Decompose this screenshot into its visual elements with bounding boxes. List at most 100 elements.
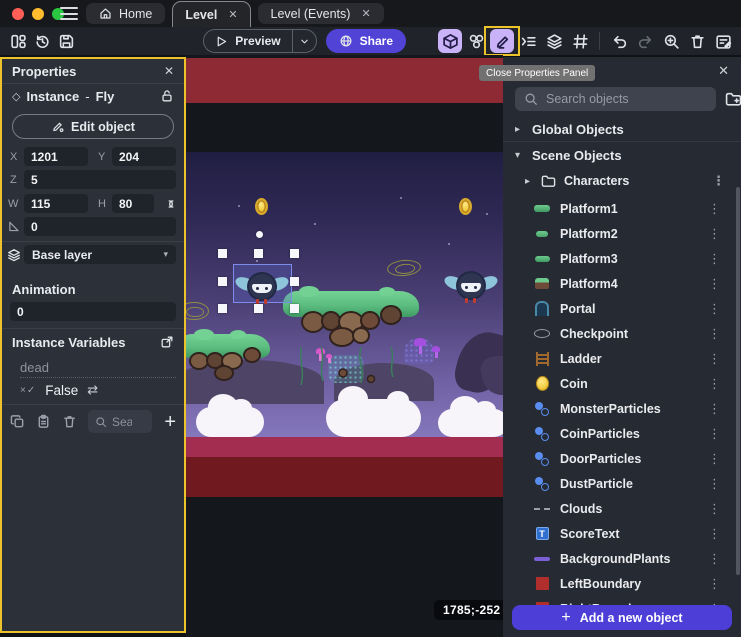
kebab-menu-icon[interactable]: ⋮ xyxy=(702,351,727,367)
redo-button[interactable] xyxy=(633,29,657,53)
objects-search-box[interactable] xyxy=(515,87,716,111)
object-row-platform1[interactable]: Platform1⋮ xyxy=(503,196,737,221)
add-folder-icon[interactable] xyxy=(725,91,741,108)
close-window-button[interactable] xyxy=(12,8,24,20)
kebab-menu-icon[interactable]: ⋮ xyxy=(702,301,727,317)
kebab-menu-icon[interactable]: ⋮ xyxy=(702,201,727,217)
kebab-menu-icon[interactable]: ⋮ xyxy=(702,501,727,517)
kebab-menu-icon[interactable]: ⋮ xyxy=(702,401,727,417)
folder-characters[interactable]: ▸ Characters ⋮ xyxy=(503,168,741,194)
edit-scene-properties-button[interactable] xyxy=(711,29,735,53)
trash-icon[interactable] xyxy=(62,414,77,429)
objects-search-input[interactable] xyxy=(546,92,707,106)
selection-handle[interactable] xyxy=(218,277,227,286)
platform-instance[interactable] xyxy=(186,334,272,390)
zoom-button[interactable] xyxy=(659,29,683,53)
preview-options-button[interactable] xyxy=(292,30,316,52)
minimize-window-button[interactable] xyxy=(32,8,44,20)
unlock-icon[interactable] xyxy=(160,89,174,103)
object-row-leftboundary[interactable]: LeftBoundary⋮ xyxy=(503,571,737,596)
close-properties-icon[interactable]: ✕ xyxy=(164,64,174,78)
undo-button[interactable] xyxy=(607,29,631,53)
open-projects-panel-button[interactable] xyxy=(6,29,30,53)
close-tab-icon[interactable]: ✕ xyxy=(228,8,237,21)
toggle-properties-panel-button[interactable] xyxy=(490,29,514,53)
group-scene-objects[interactable]: ▾ Scene Objects xyxy=(503,142,741,168)
share-button[interactable]: Share xyxy=(326,29,406,53)
copy-icon[interactable] xyxy=(10,414,25,429)
kebab-menu-icon[interactable]: ⋮ xyxy=(706,173,731,189)
kebab-menu-icon[interactable]: ⋮ xyxy=(702,326,727,342)
toggle-grid-button[interactable] xyxy=(568,29,592,53)
object-row-scoretext[interactable]: TScoreText⋮ xyxy=(503,521,737,546)
selection-handle[interactable] xyxy=(290,277,299,286)
selection-handle[interactable] xyxy=(218,304,227,313)
save-button[interactable] xyxy=(54,29,78,53)
preview-button[interactable]: Preview xyxy=(204,30,291,52)
coin-instance[interactable] xyxy=(255,198,268,215)
variable-name[interactable]: dead xyxy=(20,360,176,378)
object-row-coinparticles[interactable]: CoinParticles⋮ xyxy=(503,421,737,446)
rotation-handle[interactable] xyxy=(256,231,263,238)
tab-home[interactable]: Home xyxy=(86,3,165,24)
kebab-menu-icon[interactable]: ⋮ xyxy=(702,226,727,242)
delete-button[interactable] xyxy=(685,29,709,53)
open-variables-editor-icon[interactable] xyxy=(160,335,174,349)
object-row-dustparticle[interactable]: DustParticle⋮ xyxy=(503,471,737,496)
object-row-portal[interactable]: Portal⋮ xyxy=(503,296,737,321)
objects-scrollbar[interactable] xyxy=(736,187,740,575)
x-input[interactable] xyxy=(24,147,88,166)
object-row-monsterparticles[interactable]: MonsterParticles⋮ xyxy=(503,396,737,421)
top-boundary-object[interactable] xyxy=(186,58,503,103)
coin-instance[interactable] xyxy=(459,198,472,215)
edit-object-button[interactable]: Edit object xyxy=(12,114,174,139)
toggle-3d-view-button[interactable] xyxy=(438,29,462,53)
lock-ratio-icon[interactable] xyxy=(164,197,178,211)
selection-handle[interactable] xyxy=(254,304,263,313)
paste-icon[interactable] xyxy=(36,414,51,429)
width-input[interactable] xyxy=(24,194,88,213)
platform-instance[interactable] xyxy=(281,291,421,375)
bottom-boundary-object[interactable] xyxy=(186,457,503,497)
height-input[interactable] xyxy=(112,194,154,213)
selection-handle[interactable] xyxy=(290,249,299,258)
tab-level[interactable]: Level ✕ xyxy=(172,1,250,27)
variables-search-box[interactable] xyxy=(88,410,152,433)
add-new-object-button[interactable]: + Add a new object xyxy=(512,605,732,630)
z-input[interactable] xyxy=(24,170,176,189)
object-row-platform3[interactable]: Platform3⋮ xyxy=(503,246,737,271)
object-row-checkpoint[interactable]: Checkpoint⋮ xyxy=(503,321,737,346)
object-row-ladder[interactable]: Ladder⋮ xyxy=(503,346,737,371)
object-row-coin[interactable]: Coin⋮ xyxy=(503,371,737,396)
kebab-menu-icon[interactable]: ⋮ xyxy=(702,576,727,592)
ground-boundary-object[interactable] xyxy=(186,437,503,457)
selection-handle[interactable] xyxy=(290,304,299,313)
variable-value[interactable]: False xyxy=(45,383,78,398)
kebab-menu-icon[interactable]: ⋮ xyxy=(702,476,727,492)
layer-select[interactable]: Base layer ▾ xyxy=(24,245,176,264)
group-global-objects[interactable]: ▸ Global Objects xyxy=(503,116,741,142)
history-button[interactable] xyxy=(30,29,54,53)
object-row-doorparticles[interactable]: DoorParticles⋮ xyxy=(503,446,737,471)
kebab-menu-icon[interactable]: ⋮ xyxy=(702,376,727,392)
add-variable-button[interactable]: + xyxy=(164,412,176,432)
object-row-backgroundplants[interactable]: BackgroundPlants⋮ xyxy=(503,546,737,571)
selection-handle[interactable] xyxy=(218,249,227,258)
animation-input[interactable] xyxy=(10,302,176,321)
close-objects-panel-icon[interactable]: ✕ xyxy=(718,63,729,79)
open-object-groups-button[interactable] xyxy=(464,29,488,53)
kebab-menu-icon[interactable]: ⋮ xyxy=(702,526,727,542)
fly-instance-selected[interactable] xyxy=(236,271,288,305)
fly-instance[interactable] xyxy=(445,270,497,304)
angle-input[interactable] xyxy=(24,217,176,236)
kebab-menu-icon[interactable]: ⋮ xyxy=(702,451,727,467)
y-input[interactable] xyxy=(112,147,176,166)
selection-handle[interactable] xyxy=(254,249,263,258)
kebab-menu-icon[interactable]: ⋮ xyxy=(702,551,727,567)
scene-canvas[interactable]: 1785;-252 xyxy=(186,55,503,637)
open-instances-list-button[interactable] xyxy=(516,29,540,53)
object-row-platform4[interactable]: Platform4⋮ xyxy=(503,271,737,296)
toggle-variable-icon[interactable]: ⇄ xyxy=(87,382,98,398)
tab-level-events[interactable]: Level (Events) ✕ xyxy=(258,3,384,24)
object-row-platform2[interactable]: Platform2⋮ xyxy=(503,221,737,246)
